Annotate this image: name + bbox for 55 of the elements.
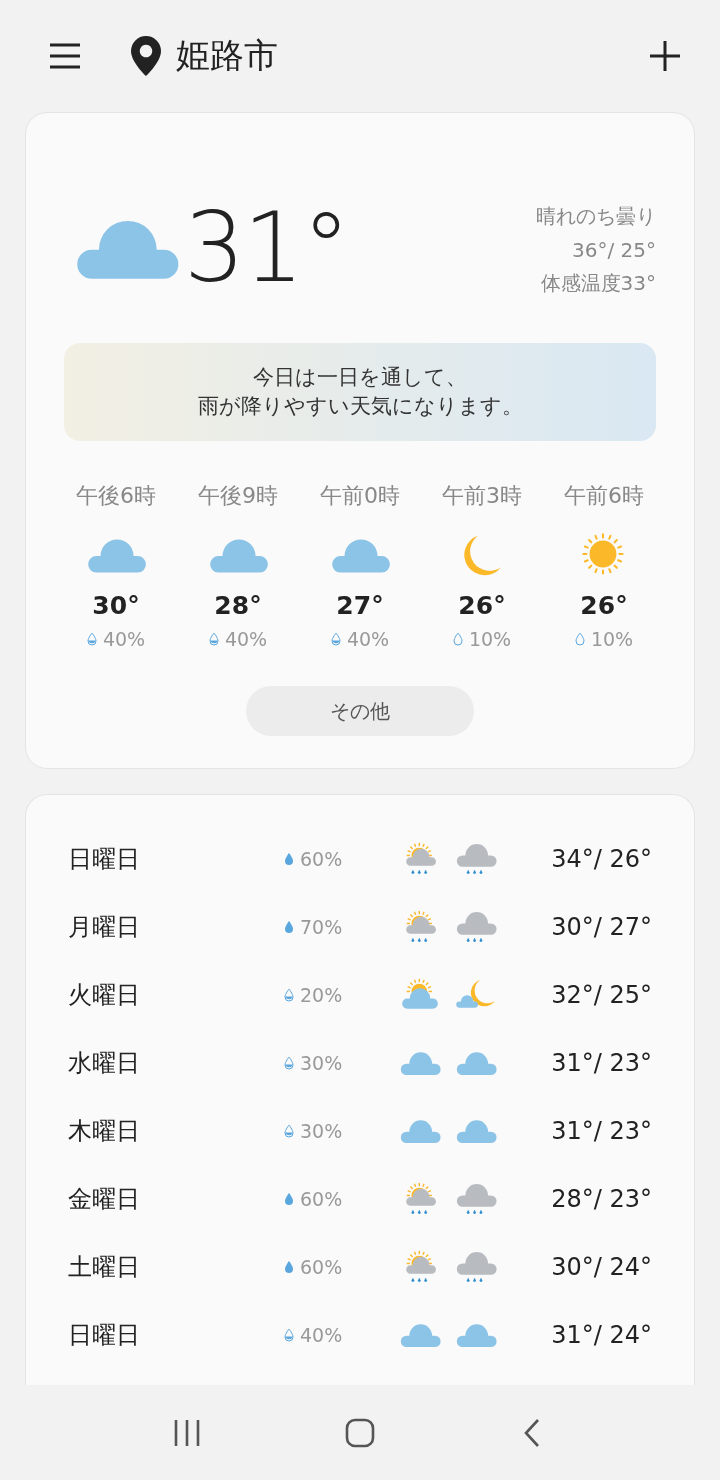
- condition-text: 晴れのち曇り: [536, 203, 656, 230]
- day-name: 金曜日: [68, 1184, 141, 1215]
- home-icon[interactable]: [345, 1417, 375, 1448]
- high-low-temperature: 34°/ 26°: [550, 845, 652, 873]
- city-name: 姫路市: [176, 34, 279, 77]
- high-low-temperature: 31°/ 23°: [550, 1117, 652, 1145]
- hour-temperature: 30°: [92, 591, 140, 620]
- hour-temperature: 26°: [580, 591, 628, 620]
- hour-temperature: 26°: [458, 591, 506, 620]
- day-name: 日曜日: [68, 1320, 141, 1351]
- location-pin-icon: [130, 36, 162, 76]
- high-low-temperature: 31°/ 24°: [550, 1321, 652, 1349]
- summary-text: 今日は一日を通して、: [253, 363, 467, 391]
- high-low-temperature: 31°/ 23°: [550, 1049, 652, 1077]
- hour-time: 午後9時: [198, 482, 278, 510]
- hour-temperature: 28°: [214, 591, 262, 620]
- day-name: 土曜日: [68, 1252, 141, 1283]
- high-low-temperature: 30°/ 24°: [550, 1253, 652, 1281]
- rain-cloud-icon: [454, 910, 498, 944]
- hour-time: 午後6時: [76, 482, 156, 510]
- precipitation-chance: 10%: [590, 628, 634, 650]
- high-low-temperature: 28°/ 23°: [550, 1185, 652, 1213]
- current-temperature: 31°: [184, 192, 350, 304]
- summary-text: 雨が降りやすい天気になります。: [197, 393, 523, 420]
- hour-time: 午前0時: [320, 482, 400, 510]
- high-low-temperature: 36°/ 25°: [572, 238, 656, 262]
- rain-cloud-icon: [454, 1182, 498, 1216]
- precipitation-chance: 60%: [300, 1256, 343, 1278]
- precipitation-chance: 40%: [224, 628, 268, 650]
- precipitation-chance: 70%: [300, 916, 343, 938]
- rain-cloud-icon: [454, 842, 498, 876]
- precipitation-chance: 40%: [300, 1324, 343, 1346]
- day-name: 月曜日: [68, 912, 141, 943]
- feels-like-temperature: 体感温度33°: [540, 270, 656, 297]
- precipitation-chance: 30%: [300, 1120, 343, 1142]
- high-low-temperature: 32°/ 25°: [550, 981, 652, 1009]
- precipitation-chance: 40%: [346, 628, 390, 650]
- high-low-temperature: 30°/ 27°: [550, 913, 652, 941]
- add-icon[interactable]: [650, 41, 680, 71]
- hour-time: 午前3時: [442, 482, 522, 510]
- day-name: 水曜日: [68, 1048, 141, 1079]
- day-name: 日曜日: [68, 844, 141, 875]
- hour-time: 午前6時: [564, 482, 644, 510]
- menu-icon[interactable]: [50, 43, 80, 69]
- precipitation-chance: 40%: [102, 628, 146, 650]
- more-button[interactable]: その他: [246, 686, 474, 736]
- precipitation-chance: 10%: [468, 628, 512, 650]
- day-name: 火曜日: [68, 980, 141, 1011]
- day-name: 木曜日: [68, 1116, 141, 1147]
- precipitation-chance: 60%: [300, 848, 343, 870]
- rain-cloud-icon: [454, 1250, 498, 1284]
- precipitation-chance: 20%: [300, 984, 343, 1006]
- precipitation-chance: 60%: [300, 1188, 343, 1210]
- hour-temperature: 27°: [336, 591, 384, 620]
- precipitation-chance: 30%: [300, 1052, 343, 1074]
